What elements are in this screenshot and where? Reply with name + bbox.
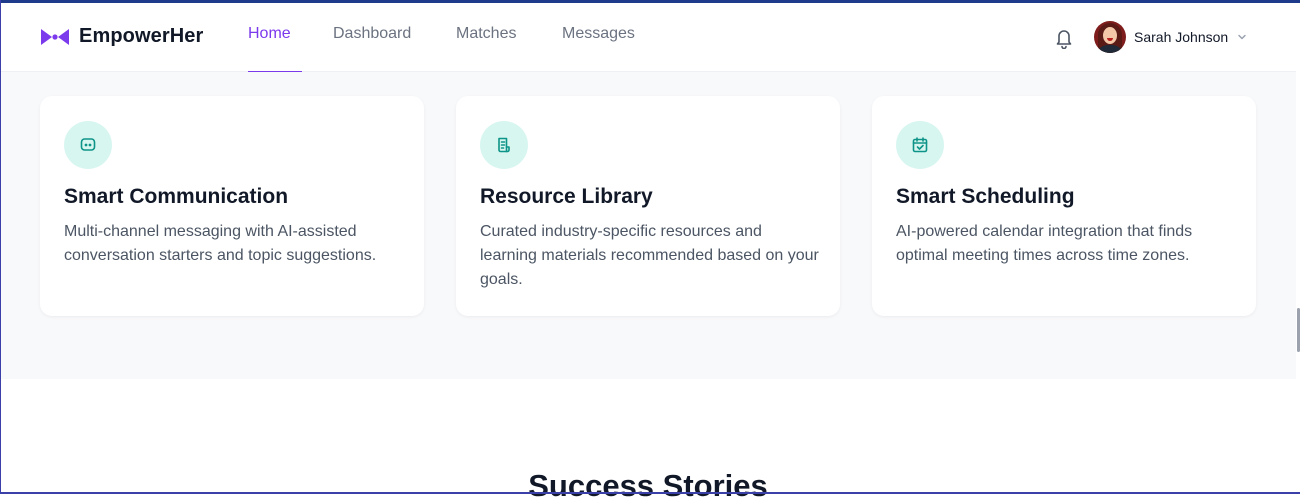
brand-name: EmpowerHer xyxy=(79,25,204,47)
chat-icon xyxy=(80,138,96,151)
success-stories-heading: Success Stories xyxy=(528,467,768,503)
feature-title: Smart Scheduling xyxy=(896,185,1075,208)
feature-card-resource-library: Resource Library Curated industry-specif… xyxy=(456,96,840,316)
feature-description: AI-powered calendar integration that fin… xyxy=(896,223,1193,264)
feature-icon-badge xyxy=(896,121,944,169)
feature-description: Multi-channel messaging with AI-assisted… xyxy=(64,223,377,264)
nav-matches[interactable]: Matches xyxy=(456,25,516,43)
chevron-down-icon xyxy=(1238,34,1246,40)
feature-card-smart-communication: Smart Communication Multi-channel messag… xyxy=(40,96,424,316)
nav-messages-label: Messages xyxy=(562,25,635,42)
bowtie-logo-icon xyxy=(41,28,69,45)
user-menu[interactable]: Sarah Johnson xyxy=(1094,21,1248,53)
bell-icon[interactable] xyxy=(1054,27,1074,49)
nav-home-label: Home xyxy=(248,25,291,42)
feature-icon-badge xyxy=(480,121,528,169)
user-name: Sarah Johnson xyxy=(1134,29,1229,45)
page-scrollbar-track[interactable] xyxy=(1296,3,1300,492)
document-icon xyxy=(498,137,510,153)
avatar xyxy=(1094,21,1126,53)
feature-title: Resource Library xyxy=(480,185,653,208)
feature-description: Curated industry-specific resources and … xyxy=(480,223,819,288)
features-section: Smart Communication Multi-channel messag… xyxy=(1,72,1297,379)
feature-title: Smart Communication xyxy=(64,185,289,208)
brand-logo[interactable]: EmpowerHer xyxy=(41,25,203,48)
top-navigation-bar: EmpowerHer Home Dashboard Matches Messag… xyxy=(1,3,1297,73)
feature-icon-badge xyxy=(64,121,112,169)
nav-matches-label: Matches xyxy=(456,25,517,42)
nav-dashboard-label: Dashboard xyxy=(333,25,412,42)
nav-home[interactable]: Home xyxy=(248,25,302,73)
nav-dashboard[interactable]: Dashboard xyxy=(333,25,411,43)
feature-card-smart-scheduling: Smart Scheduling AI-powered calendar int… xyxy=(872,96,1256,316)
nav-messages[interactable]: Messages xyxy=(562,25,635,43)
calendar-check-icon xyxy=(912,137,928,153)
